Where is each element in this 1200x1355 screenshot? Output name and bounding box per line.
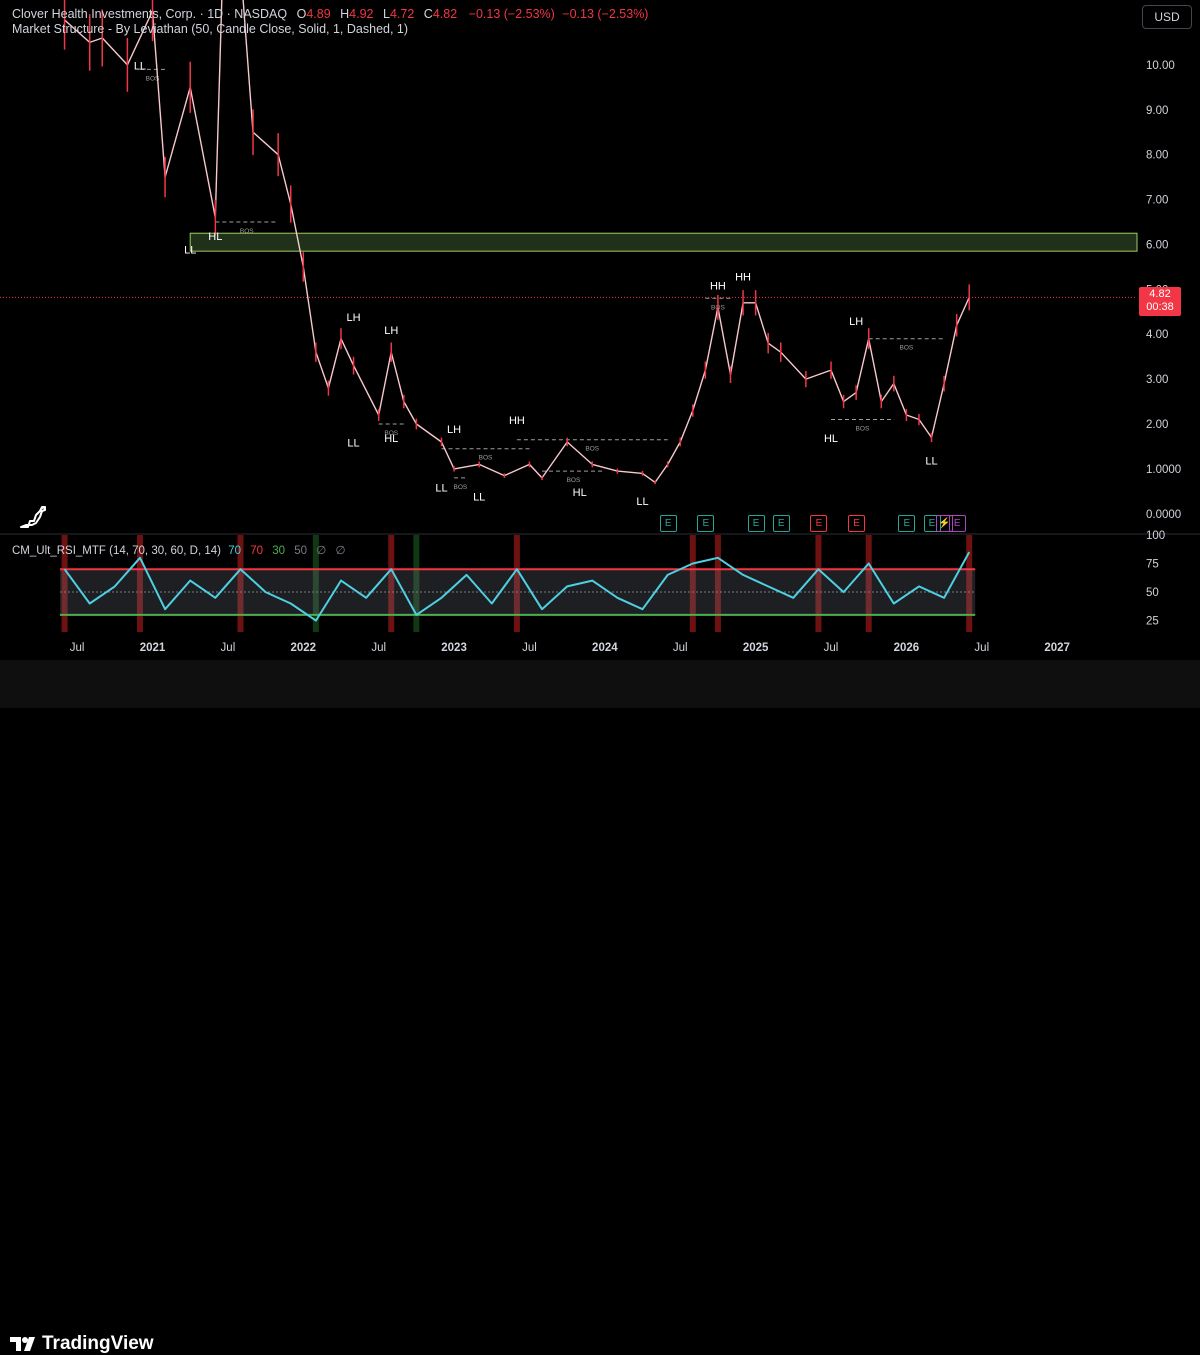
bos-label-1: BOS (240, 228, 254, 235)
structure-label-0: LL (134, 60, 146, 72)
time-axis-tick-12: Jul (974, 642, 989, 654)
structure-label-14: HH (735, 271, 751, 283)
chart-canvas[interactable]: BOSBOSBOSBOSBOSBOSBOSBOSBOSBOS LLLLHLLHL… (0, 0, 1200, 660)
time-axis-tick-8: Jul (673, 642, 688, 654)
structure-label-1: LL (184, 244, 196, 256)
price-axis-tick-8: 8.00 (1146, 150, 1168, 162)
structure-label-7: LH (447, 424, 461, 436)
rsi-legend[interactable]: CM_Ult_RSI_MTF (14, 70, 30, 60, D, 14) 7… (12, 543, 345, 557)
chart-area[interactable]: BOSBOSBOSBOSBOSBOSBOSBOSBOSBOS LLLLHLLHL… (0, 0, 1200, 660)
tradingview-logo[interactable]: TradingView (10, 1333, 154, 1355)
structure-label-2: HL (208, 231, 222, 243)
structure-label-4: LL (347, 437, 359, 449)
rsi-axis-tick-2: 75 (1146, 559, 1159, 571)
rsi-name: CM_Ult_RSI_MTF (14, 70, 30, 60, D, 14) (12, 545, 221, 557)
price-axis-tick-6: 6.00 (1146, 239, 1168, 251)
resistance-zone (189, 232, 1138, 252)
price-axis-tick-7: 7.00 (1146, 195, 1168, 207)
structure-label-16: HL (824, 433, 838, 445)
rsi-value-2: 70 (250, 545, 263, 557)
low-value: 4.72 (389, 7, 415, 21)
brand-name: TradingView (42, 1333, 154, 1354)
last-price-tag: 4.82 00:38 (1139, 287, 1181, 316)
open-label: O (296, 7, 307, 21)
time-axis-tick-2: Jul (221, 642, 236, 654)
currency-button[interactable]: USD (1142, 5, 1192, 29)
bos-label-8: BOS (900, 345, 914, 352)
change-value-2: −0.13 (−2.53%) (562, 7, 649, 21)
time-axis-tick-13: 2027 (1044, 642, 1070, 654)
bos-label-9: BOS (856, 426, 870, 433)
rsi-value-1: 70 (228, 545, 241, 557)
price-axis-tick-10: 10.00 (1146, 60, 1175, 72)
close-value: 4.82 (432, 7, 458, 21)
tradingview-frame: BOSBOSBOSBOSBOSBOSBOSBOSBOSBOS LLLLHLLHL… (0, 0, 1200, 1354)
time-axis-tick-3: 2022 (290, 642, 316, 654)
structure-label-9: HH (509, 415, 525, 427)
low-label: L (383, 7, 390, 21)
symbol-name[interactable]: Clover Health Investments, Corp. · 1D · … (12, 7, 287, 21)
structure-label-15: LH (849, 316, 863, 328)
earnings-marker-2[interactable]: E (747, 515, 765, 532)
time-axis-tick-1: 2021 (140, 642, 166, 654)
structure-label-17: LL (925, 455, 937, 467)
bar-countdown: 00:38 (1146, 301, 1174, 313)
time-axis-tick-10: Jul (824, 642, 839, 654)
structure-label-10: LL (473, 491, 485, 503)
rsi-axis-tick-0: 25 (1146, 616, 1159, 628)
structure-label-12: LL (636, 496, 648, 508)
tradingview-logo-icon (10, 1337, 35, 1351)
change-value: −0.13 (−2.53%) (468, 7, 555, 21)
price-axis-tick-3: 3.00 (1146, 374, 1168, 386)
structure-label-11: HL (573, 487, 587, 499)
close-label: C (423, 7, 433, 21)
bos-label-6: BOS (453, 484, 467, 491)
rsi-axis-tick-1: 50 (1146, 587, 1159, 599)
time-axis-tick-9: 2025 (743, 642, 769, 654)
time-axis-tick-5: 2023 (441, 642, 467, 654)
time-axis-tick-6: Jul (522, 642, 537, 654)
high-value: 4.92 (349, 7, 374, 21)
rsi-value-5: ∅ (316, 545, 327, 557)
last-price: 4.82 (1149, 288, 1171, 300)
indicator-legend[interactable]: Market Structure - By Leviathan (50, Can… (12, 22, 408, 36)
earnings-marker-0[interactable]: E (659, 515, 677, 532)
earnings-marker-5[interactable]: E (848, 515, 866, 532)
earnings-marker-4[interactable]: E (810, 515, 828, 532)
structure-label-13: HH (710, 280, 726, 292)
rsi-value-3: 30 (272, 545, 285, 557)
footer-bar: TradingView (0, 660, 1200, 1354)
high-label: H (340, 7, 350, 21)
price-axis-tick-0: 0.0000 (1146, 509, 1181, 521)
earnings-marker-3[interactable]: E (772, 515, 790, 532)
rsi-value-4: 50 (294, 545, 307, 557)
price-axis-tick-4: 4.00 (1146, 329, 1168, 341)
open-value: 4.89 (306, 7, 331, 21)
earnings-marker-1[interactable]: E (697, 515, 715, 532)
price-axis-tick-1: 1.0000 (1146, 464, 1181, 476)
rsi-value-6: ∅ (335, 545, 346, 557)
earnings-marker-6[interactable]: E (898, 515, 916, 532)
time-axis-tick-0: Jul (70, 642, 85, 654)
price-axis-tick-2: 2.00 (1146, 419, 1168, 431)
bos-label-4: BOS (585, 446, 599, 453)
earnings-marker-9[interactable]: E (948, 515, 966, 532)
bos-label-5: BOS (567, 477, 581, 484)
price-axis-tick-9: 9.00 (1146, 105, 1168, 117)
structure-label-8: LL (435, 482, 447, 494)
structure-label-3: LH (347, 312, 361, 324)
time-axis-tick-11: 2026 (894, 642, 920, 654)
structure-label-6: HL (384, 433, 398, 445)
bos-label-3: BOS (479, 455, 493, 462)
time-axis-tick-7: 2024 (592, 642, 618, 654)
symbol-legend[interactable]: Clover Health Investments, Corp. · 1D · … (12, 6, 648, 22)
rsi-axis-tick-3: 100 (1146, 530, 1165, 542)
structure-label-5: LH (384, 325, 398, 337)
time-axis-tick-4: Jul (371, 642, 386, 654)
dinosaur-icon (20, 506, 46, 528)
